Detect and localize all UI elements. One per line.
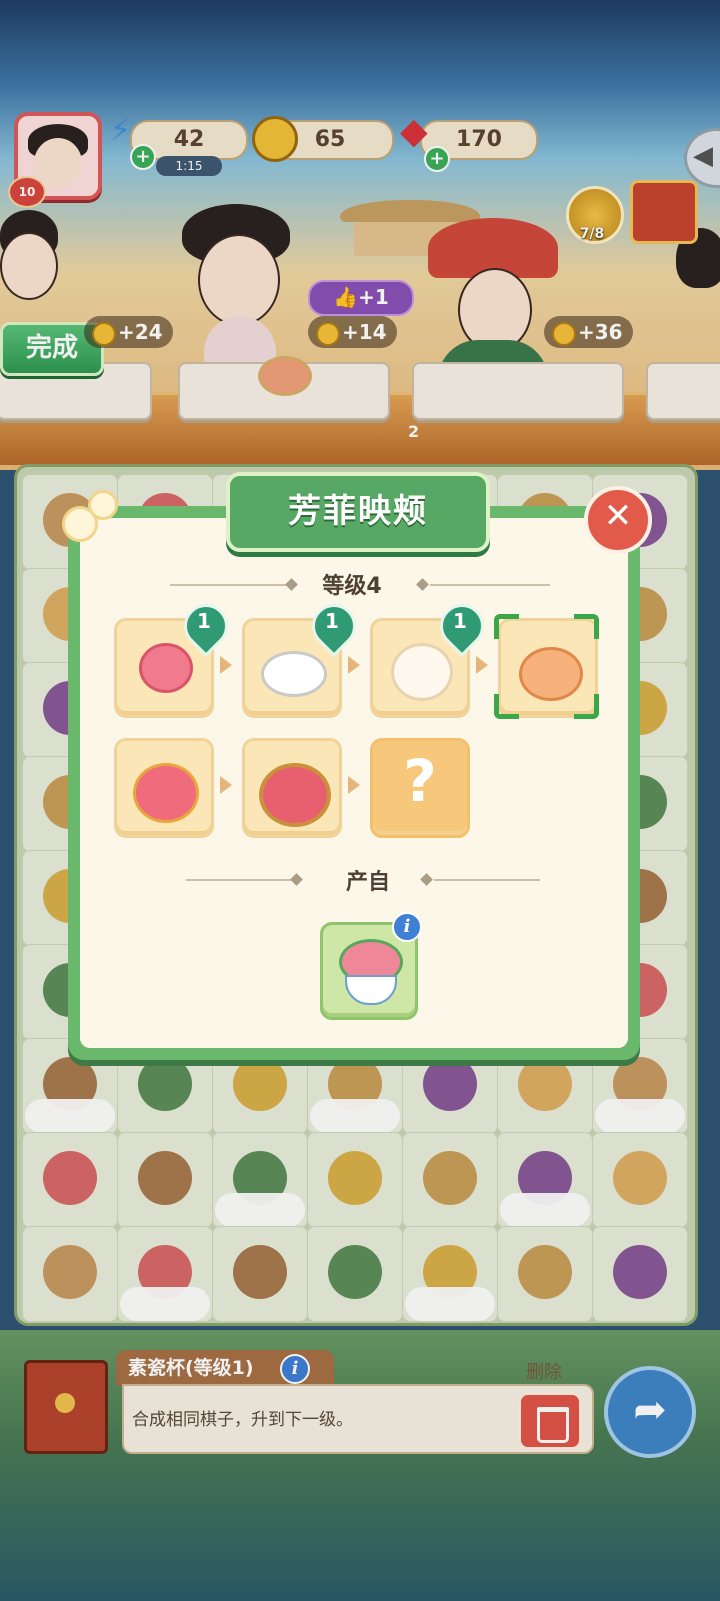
porcelain-bowl-icon — [345, 975, 397, 1005]
source-info-button[interactable]: i — [392, 912, 422, 942]
round-box-icon — [391, 643, 453, 701]
chain-item-ornate-rouge-box[interactable] — [242, 738, 342, 838]
game-screen: 2 完成 +24 👍+1 +14 +36 10 42 ⚡ + 1:15 65 1… — [0, 0, 720, 1601]
selection-corner — [494, 694, 519, 719]
selection-corner — [494, 614, 519, 639]
rouge-pot-icon — [133, 763, 199, 823]
selection-corner — [574, 694, 599, 719]
chain-arrow-icon — [348, 776, 360, 794]
modal-title: 芳菲映颊 — [288, 491, 428, 530]
divider-line — [170, 584, 290, 586]
chain-arrow-icon — [220, 776, 232, 794]
source-label: 产自 — [345, 870, 390, 895]
divider-line — [430, 584, 550, 586]
ornate-rouge-box-icon — [259, 763, 331, 827]
peony-icon — [139, 643, 193, 693]
chain-arrow-icon — [476, 656, 488, 674]
flower-decoration-icon — [88, 490, 118, 520]
chain-level-label: 等级4 — [322, 574, 382, 599]
chain-arrow-icon — [348, 656, 360, 674]
chain-item-rouge-pot[interactable] — [114, 738, 214, 838]
rouge-box-icon — [519, 647, 583, 701]
owned-count: 1 — [197, 609, 211, 633]
question-mark-icon: ? — [403, 747, 437, 815]
owned-count: 1 — [453, 609, 467, 633]
divider-line — [434, 879, 540, 881]
chain-item-unknown[interactable]: ? — [370, 738, 470, 838]
close-icon[interactable]: ✕ — [598, 490, 638, 542]
selection-corner — [574, 614, 599, 639]
mortar-icon — [261, 651, 327, 697]
owned-count: 1 — [325, 609, 339, 633]
divider-line — [186, 879, 292, 881]
chain-arrow-icon — [220, 656, 232, 674]
